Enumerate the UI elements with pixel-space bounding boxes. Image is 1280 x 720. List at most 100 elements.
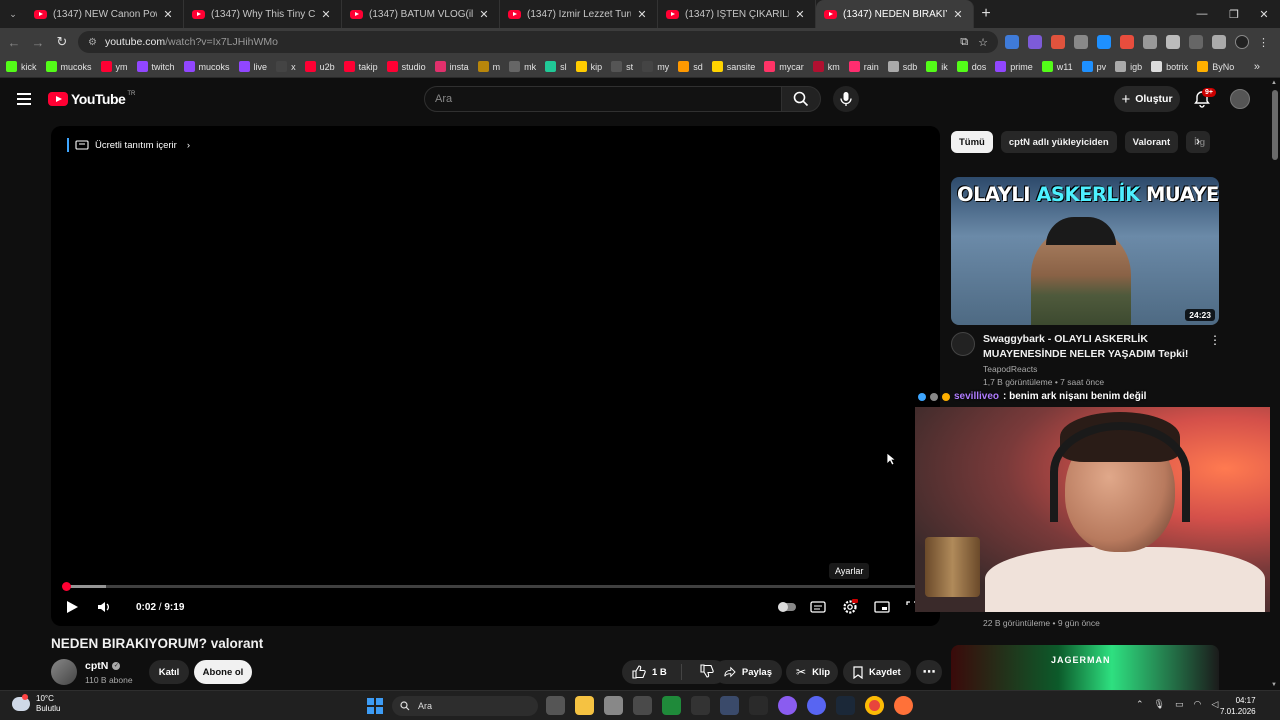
chrome-menu-icon[interactable]: ⋮ [1258,36,1269,49]
close-tab-icon[interactable]: ✕ [477,8,491,21]
volume-button[interactable] [97,596,113,618]
bookmark-item[interactable]: insta [434,61,469,72]
extension-icon[interactable] [1097,35,1111,49]
bookmark-item[interactable]: m [477,61,500,72]
taskbar-search[interactable]: Ara [392,696,538,716]
store-icon[interactable] [604,696,623,715]
network-icon[interactable]: ▭ [1175,699,1184,710]
back-button[interactable]: ← [2,28,26,56]
speaker-icon[interactable]: ◁ [1211,699,1218,710]
browser-tab[interactable]: (1347) NEDEN BIRAKIYORUM? ✕ [816,0,974,28]
extension-icon[interactable] [1028,35,1042,49]
channel-name[interactable]: cptN [85,660,108,672]
app-icon[interactable] [778,696,797,715]
recommended-thumbnail[interactable]: JAGERMAN [951,645,1219,690]
page-scrollbar[interactable]: ▲ ▼ [1270,78,1280,690]
like-button[interactable]: 1 B [622,664,682,680]
bookmark-item[interactable]: sl [545,61,567,72]
steam-icon[interactable] [836,696,855,715]
wifi-icon[interactable]: ◠ [1194,699,1202,710]
search-button[interactable] [781,86,821,112]
extension-icon[interactable] [1051,35,1065,49]
reload-button[interactable]: ↻ [50,28,74,56]
browser-tab[interactable]: (1347) BATUM VLOG(ilk yurt dı ✕ [342,0,500,28]
app-icon[interactable] [662,696,681,715]
browser-tab[interactable]: (1347) Why This Tiny Canon Ca ✕ [184,0,342,28]
search-input[interactable] [435,93,781,105]
channel-avatar[interactable] [51,659,77,685]
recommended-thumbnail[interactable]: OLAYLI ASKERLİK MUAYENESİ 24:23 [951,177,1219,325]
tray-overflow-icon[interactable]: ⌃ [1136,699,1144,710]
scrubber-handle[interactable] [61,581,71,591]
filter-chip[interactable]: cptN adlı yükleyiciden [1000,131,1117,153]
save-button[interactable]: Kaydet [843,660,911,684]
install-app-icon[interactable]: ⧉ [960,36,968,49]
share-button[interactable]: Paylaş [714,660,782,684]
channel-name-row[interactable]: cptN ✓ [85,660,121,672]
play-button[interactable] [65,596,79,618]
recommended-channel-avatar[interactable] [951,332,975,356]
extension-icon[interactable] [1074,35,1088,49]
subtitles-button[interactable] [810,596,826,618]
bookmark-item[interactable]: mucoks [45,61,92,72]
settings-button[interactable] [842,596,858,618]
account-avatar[interactable] [1230,89,1250,109]
extension-icon[interactable] [1143,35,1157,49]
bookmark-item[interactable]: botrix [1151,61,1188,72]
bookmarks-overflow-icon[interactable]: » [1254,61,1260,73]
bookmark-star-icon[interactable]: ☆ [978,36,988,49]
clip-button[interactable]: ✂ Klip [786,660,838,684]
bookmark-item[interactable]: x [276,61,296,72]
guide-menu-icon[interactable] [17,93,31,105]
extension-icon[interactable] [1120,35,1134,49]
extension-icon[interactable] [1005,35,1019,49]
close-tab-icon[interactable]: ✕ [793,8,807,21]
bookmark-item[interactable]: mucoks [183,61,230,72]
bookmark-item[interactable]: w11 [1041,61,1073,72]
bookmark-item[interactable]: km [812,61,840,72]
site-info-icon[interactable]: ⚙ [88,37,97,48]
maximize-button[interactable]: ❐ [1218,0,1250,28]
scroll-up-arrow-icon[interactable]: ▲ [1271,80,1277,86]
browser-tab[interactable]: (1347) İzmir Lezzet Turu - Bomb ✕ [500,0,658,28]
progress-bar[interactable] [61,581,928,591]
minimize-button[interactable]: — [1186,0,1218,28]
browser-tab[interactable]: (1347) İŞTEN ÇIKARILDIM! Bu Ş ✕ [658,0,816,28]
filter-chip[interactable]: Tümü [951,131,993,153]
subscribe-button[interactable]: Abone ol [194,660,252,684]
video-player[interactable]: Ücretli tanıtım içerir › Ayarlar 0:02 / … [51,126,940,626]
bookmark-item[interactable]: live [238,61,267,72]
more-actions-button[interactable]: ⋯ [916,660,942,684]
sidebar-icon[interactable] [1212,35,1226,49]
tab-search-button[interactable]: ⌄ [0,0,26,28]
voice-search-button[interactable] [833,86,859,112]
autoplay-toggle[interactable] [777,596,797,618]
bookmark-item[interactable]: takip [343,61,378,72]
extensions-puzzle-icon[interactable] [1166,35,1180,49]
bookmark-item[interactable]: ByNo [1197,61,1234,72]
profile-icon[interactable] [1235,35,1249,49]
task-view-icon[interactable] [546,696,565,715]
file-explorer-icon[interactable] [575,696,594,715]
forward-button[interactable]: → [26,28,50,56]
bookmark-item[interactable]: prime [995,61,1033,72]
windows-start-icon[interactable] [367,698,383,714]
paid-promotion-notice[interactable]: Ücretli tanıtım içerir › [67,138,190,152]
microphone-tray-icon[interactable]: 🎙 [1154,699,1165,710]
settings-icon[interactable] [633,696,652,715]
miniplayer-button[interactable] [874,596,890,618]
bookmark-item[interactable]: sdb [887,61,917,72]
bookmark-item[interactable]: my [642,61,669,72]
bookmark-item[interactable]: studio [386,61,426,72]
address-bar[interactable]: ⚙ youtube.com/watch?v=Ix7LJHihWMo ⧉ ☆ [78,31,998,53]
bookmark-item[interactable]: kip [575,61,602,72]
recommended-more-icon[interactable]: ⋮ [1209,333,1221,347]
bookmark-item[interactable]: st [611,61,633,72]
app-icon[interactable] [720,696,739,715]
bookmark-item[interactable]: mycar [764,61,804,72]
reading-list-icon[interactable] [1189,35,1203,49]
bookmark-item[interactable]: igb [1115,61,1142,72]
bookmark-item[interactable]: dos [956,61,986,72]
bookmark-item[interactable]: twitch [136,61,175,72]
join-button[interactable]: Katıl [149,660,189,684]
